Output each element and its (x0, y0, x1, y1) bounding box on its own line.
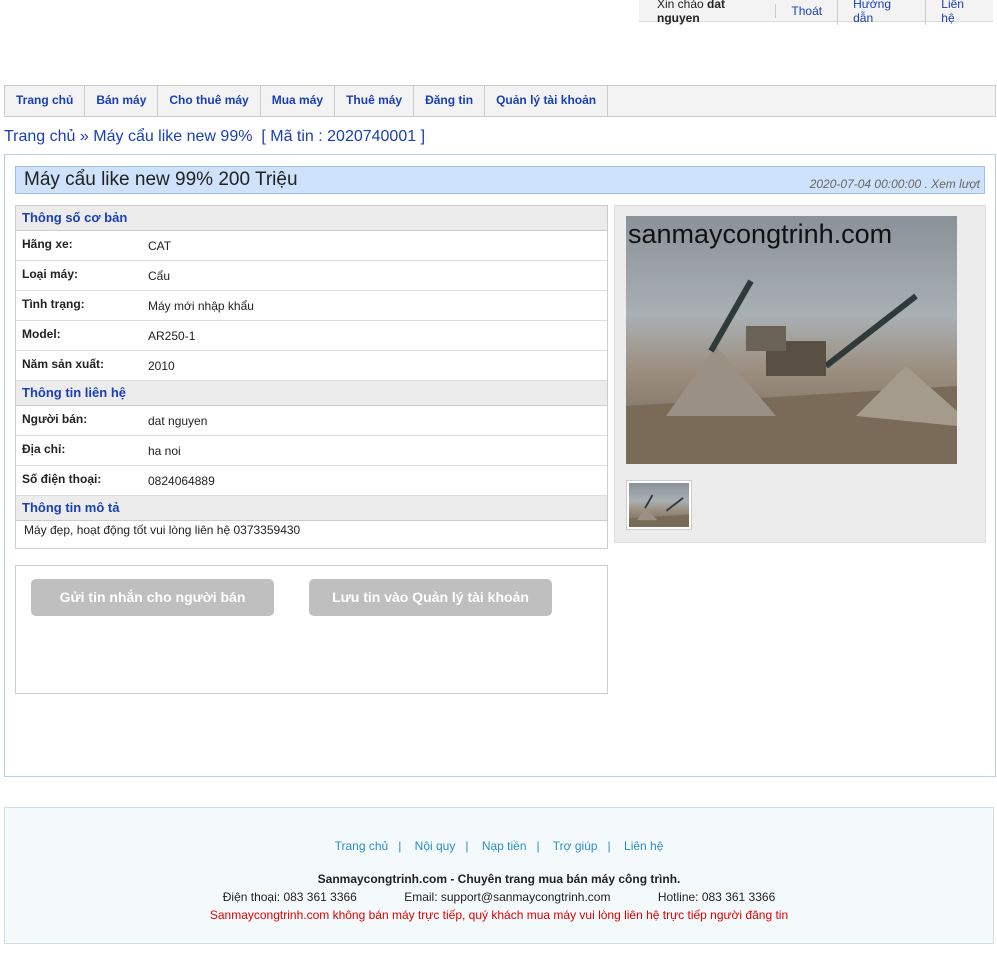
watermark-logo: sanmaycongtrinh.com (628, 219, 893, 249)
tab-home[interactable]: Trang chủ (5, 86, 86, 116)
row-value: ha noi (148, 444, 181, 458)
row-value: 0824064889 (148, 474, 215, 488)
tab-for-rent[interactable]: Cho thuê máy (158, 86, 261, 116)
row-value: Cẩu (148, 269, 171, 283)
listing-panel: Máy cẩu like new 99% 200 Triệu 2020-07-0… (4, 154, 996, 777)
table-row: Hãng xe: CAT (16, 231, 607, 261)
main-nav: Trang chủ Bán máy Cho thuê máy Mua máy T… (4, 85, 996, 117)
listing-title-bar: Máy cẩu like new 99% 200 Triệu 2020-07-0… (15, 166, 985, 194)
breadcrumb-current[interactable]: Máy cẩu like new 99% (93, 128, 252, 145)
table-row: Tình trạng: Máy mới nhập khẩu (16, 291, 607, 321)
row-label: Địa chỉ: (22, 442, 66, 456)
listing-title: Máy cẩu like new 99% 200 Triệu (24, 169, 298, 190)
send-message-button[interactable]: Gửi tin nhắn cho người bán (31, 579, 274, 616)
table-row: Người bán: dat nguyen (16, 406, 607, 436)
tab-buy[interactable]: Mua máy (261, 86, 336, 116)
row-label: Loại máy: (22, 267, 79, 281)
section-basic-heading: Thông số cơ bản (16, 206, 607, 231)
greeting: Xin chào dat nguyen (657, 0, 775, 25)
guide-link[interactable]: Hướng dẫn (837, 0, 925, 25)
row-label: Tình trạng: (22, 297, 85, 311)
footer-links: Trang chủ | Nội quy | Nạp tiền | Trợ giúp | … (334, 839, 664, 853)
table-row: Địa chỉ: ha noi (16, 436, 607, 466)
row-value: CAT (148, 239, 172, 253)
row-label: Model: (22, 327, 61, 341)
row-label: Số điện thoại: (22, 472, 102, 486)
footer-link-home[interactable]: Trang chủ (335, 839, 389, 853)
description-text: Máy đẹp, hoạt động tốt vui lòng liên hệ … (24, 523, 301, 537)
thumbnail[interactable] (626, 480, 692, 530)
row-label: Hãng xe: (22, 237, 73, 251)
table-row: Loại máy: Cẩu (16, 261, 607, 291)
row-label: Người bán: (22, 412, 88, 426)
footer-link-help[interactable]: Trợ giúp (553, 839, 598, 853)
footer-link-topup[interactable]: Nạp tiền (482, 839, 527, 853)
footer-brand: Sanmaycongtrinh.com - Chuyên trang mua b… (317, 872, 681, 886)
footer-link-rules[interactable]: Nội quy (415, 839, 456, 853)
tab-sell[interactable]: Bán máy (85, 86, 159, 116)
info-table: Thông số cơ bản Hãng xe: CAT Loại máy: Cẩu… (15, 205, 608, 549)
row-label: Năm sản xuất: (22, 357, 105, 371)
table-row: Model: AR250-1 (16, 321, 607, 351)
row-value: Máy mới nhập khẩu (148, 299, 254, 313)
action-panel: Gửi tin nhắn cho người bán Lưu tin vào Q… (15, 565, 608, 694)
row-value: AR250-1 (148, 329, 196, 343)
breadcrumb: Trang chủ » Máy cẩu like new 99% [ Mã ti… (4, 128, 425, 146)
breadcrumb-home[interactable]: Trang chủ (4, 128, 75, 145)
image-gallery: sanmaycongtrinh.com (614, 205, 986, 543)
tab-rent[interactable]: Thuê máy (335, 86, 415, 116)
row-value: 2010 (148, 359, 175, 373)
footer: Trang chủ | Nội quy | Nạp tiền | Trợ giúp | … (4, 807, 994, 944)
listing-code: [ Mã tin : 2020740001 ] (261, 128, 426, 145)
footer-notice: Sanmaycongtrinh.com không bán máy trực t… (209, 908, 789, 922)
user-bar: Xin chào dat nguyen Thoát Hướng dẫn Liên… (639, 0, 993, 25)
table-row: Số điện thoại: 0824064889 (16, 466, 607, 496)
crusher-illustration (626, 279, 957, 464)
thumbnail-image (629, 483, 689, 527)
contact-link[interactable]: Liên hệ (925, 0, 993, 25)
tab-account[interactable]: Quản lý tài khoản (485, 86, 609, 116)
footer-hotline: Hotline: 083 361 3366 (657, 890, 776, 904)
main-photo[interactable]: sanmaycongtrinh.com (626, 216, 957, 464)
row-value: dat nguyen (148, 414, 208, 428)
footer-link-contact[interactable]: Liên hệ (624, 839, 663, 853)
tab-post[interactable]: Đăng tin (414, 86, 486, 116)
section-contact-heading: Thông tin liên hệ (16, 381, 607, 406)
breadcrumb-separator: » (79, 128, 89, 145)
footer-contact: Điện thoại: 083 361 3366 Email: support@… (5, 890, 993, 904)
footer-email: Email: support@sanmaycongtrinh.com (404, 890, 611, 904)
table-row: Năm sản xuất: 2010 (16, 351, 607, 381)
listing-meta: 2020-07-04 00:00:00 . Xem lượt (809, 177, 980, 191)
thumbnail-illustration (629, 494, 689, 527)
section-description-heading: Thông tin mô tả (16, 496, 607, 521)
footer-phone: Điện thoại: 083 361 3366 (222, 890, 357, 904)
logout-link[interactable]: Thoát (775, 3, 837, 18)
save-listing-button[interactable]: Lưu tin vào Quản lý tài khoản (309, 579, 552, 616)
